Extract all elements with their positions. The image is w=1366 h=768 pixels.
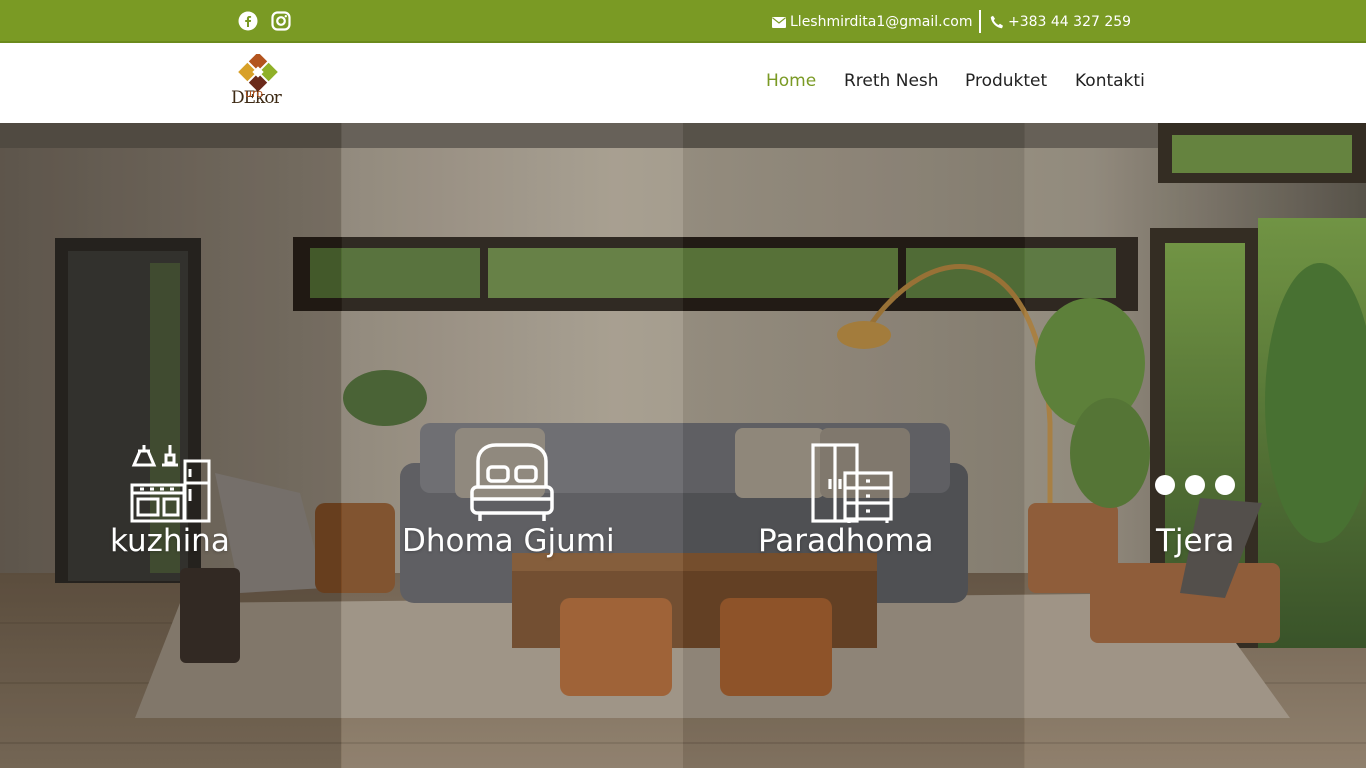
- contact-divider: [979, 10, 981, 33]
- phone-text: +383 44 327 259: [1008, 14, 1132, 30]
- nav-about[interactable]: Rreth Nesh: [844, 71, 939, 95]
- email-text: Lleshmirdita1@gmail.com: [790, 14, 973, 30]
- top-bar: Lleshmirdita1@gmail.com +383 44 327 259: [0, 0, 1366, 43]
- bed-icon: [470, 443, 554, 521]
- category-label: kuzhina: [110, 523, 230, 559]
- email-contact[interactable]: Lleshmirdita1@gmail.com: [772, 11, 973, 33]
- dot-indicator[interactable]: [1185, 475, 1205, 495]
- dot-indicator[interactable]: [1155, 475, 1175, 495]
- phone-icon: [990, 15, 1003, 29]
- facebook-icon[interactable]: [238, 11, 258, 31]
- category-kitchen[interactable]: kuzhina: [0, 123, 341, 768]
- nav-products[interactable]: Produktet: [965, 71, 1047, 95]
- envelope-icon: [772, 16, 786, 28]
- site-logo[interactable]: DEkor uro: [228, 52, 290, 114]
- nav-contact[interactable]: Kontakti: [1075, 71, 1145, 95]
- category-other[interactable]: Tjera: [1025, 123, 1366, 768]
- category-label: Paradhoma: [758, 523, 934, 559]
- instagram-icon[interactable]: [271, 11, 291, 31]
- category-label: Dhoma Gjumi: [402, 523, 615, 559]
- hero-section: kuzhina Dhoma Gjumi Paradhoma Tjera: [0, 123, 1366, 768]
- kitchen-icon: [130, 445, 211, 523]
- logo-subtext: uro: [245, 87, 263, 100]
- wardrobe-icon: [811, 443, 893, 523]
- dots-icon[interactable]: [1155, 475, 1235, 495]
- category-label: Tjera: [1156, 523, 1235, 559]
- category-bedroom[interactable]: Dhoma Gjumi: [342, 123, 683, 768]
- dot-indicator[interactable]: [1215, 475, 1235, 495]
- nav-home[interactable]: Home: [766, 71, 816, 95]
- category-hallway[interactable]: Paradhoma: [683, 123, 1024, 768]
- site-header: DEkor uro Home Rreth Nesh Produktet Kont…: [0, 43, 1366, 123]
- phone-contact[interactable]: +383 44 327 259: [990, 11, 1131, 33]
